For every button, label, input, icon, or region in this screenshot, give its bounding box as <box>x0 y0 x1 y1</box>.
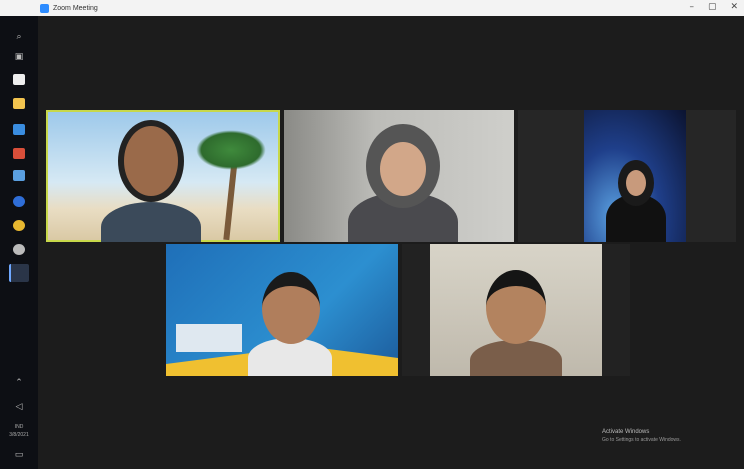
task-view-icon[interactable]: ▣ <box>13 52 25 63</box>
folder-icon[interactable] <box>13 98 25 109</box>
zoom-gallery-view: Activate Windows Go to Settings to activ… <box>38 16 744 469</box>
file-explorer-icon[interactable] <box>13 74 25 85</box>
store-icon[interactable] <box>13 170 25 181</box>
clock-date[interactable]: 3/8/2021 <box>4 432 34 438</box>
participant-head <box>262 272 320 344</box>
participant-body <box>470 340 562 376</box>
video-tile-participant-3[interactable] <box>518 110 736 242</box>
watermark-line-2: Go to Settings to activate Windows. <box>602 437 681 443</box>
action-center-icon[interactable]: ▭ <box>13 450 25 461</box>
camera-icon[interactable] <box>13 244 25 255</box>
participant-head <box>486 270 546 344</box>
video-tile-participant-2[interactable] <box>284 110 514 242</box>
maximize-button[interactable]: ▢ <box>708 2 717 12</box>
mail-icon[interactable] <box>13 124 25 135</box>
volume-icon[interactable]: ◁ <box>13 402 25 413</box>
poster-photo <box>176 324 242 352</box>
participant-face <box>380 142 426 196</box>
activate-windows-watermark: Activate Windows Go to Settings to activ… <box>602 428 681 444</box>
palm-tree <box>196 130 266 241</box>
video-tile-participant-4[interactable] <box>166 244 398 376</box>
video-tile-participant-1[interactable] <box>46 110 280 242</box>
windows-taskbar: ⊞ ⌕ ▣ ⌃ ◁ IND 3/8/2021 ▭ <box>0 0 38 469</box>
window-titlebar: Zoom Meeting – ▢ ✕ <box>0 0 744 16</box>
chrome-icon[interactable] <box>13 220 25 231</box>
search-icon[interactable]: ⌕ <box>13 32 25 43</box>
language-indicator[interactable]: IND <box>4 424 34 430</box>
window-title: Zoom Meeting <box>53 4 98 12</box>
participant-face <box>626 170 646 196</box>
minimize-button[interactable]: – <box>689 2 694 12</box>
video-tile-participant-5[interactable] <box>402 244 630 376</box>
notification-icon[interactable]: ⌃ <box>13 378 25 389</box>
close-button[interactable]: ✕ <box>730 2 738 12</box>
zoom-app-icon <box>40 3 49 13</box>
participant-head <box>118 120 184 202</box>
participant-video-inset <box>430 244 602 376</box>
watermark-line-1: Activate Windows <box>602 429 650 435</box>
office-icon[interactable] <box>13 148 25 159</box>
participant-body <box>101 202 201 242</box>
zoom-icon[interactable] <box>9 264 29 282</box>
edge-icon[interactable] <box>13 196 25 207</box>
participant-video-inset <box>584 110 686 242</box>
